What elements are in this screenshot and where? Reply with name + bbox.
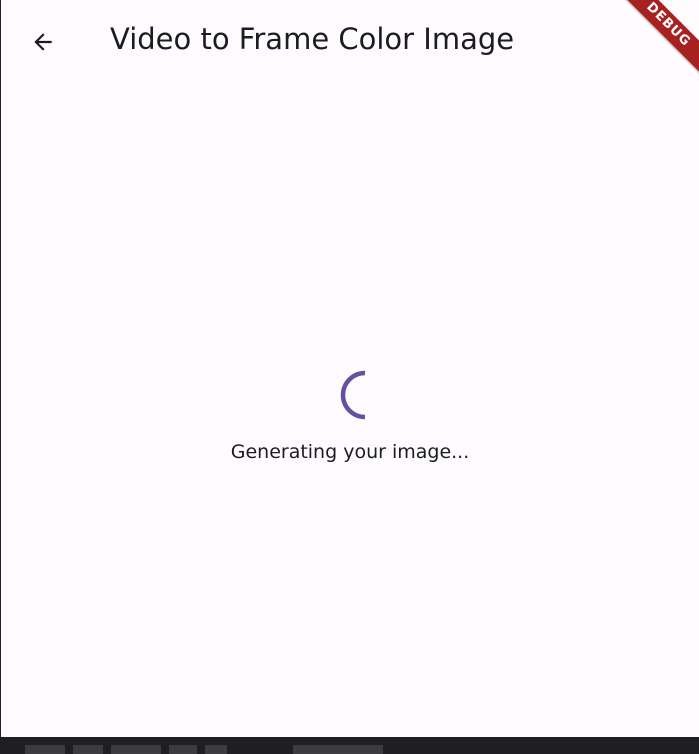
- page-title: Video to Frame Color Image: [110, 22, 515, 56]
- loading-message: Generating your image...: [230, 441, 470, 463]
- app-window: Video to Frame Color Image Generating yo…: [1, 0, 699, 737]
- arrow-back-icon: [34, 33, 52, 51]
- background-window-strip: [0, 737, 699, 754]
- app-bar: Video to Frame Color Image: [1, 0, 699, 88]
- loading-spinner: [340, 370, 366, 420]
- back-button[interactable]: [21, 20, 65, 64]
- background-window-text-fragment: [25, 745, 383, 754]
